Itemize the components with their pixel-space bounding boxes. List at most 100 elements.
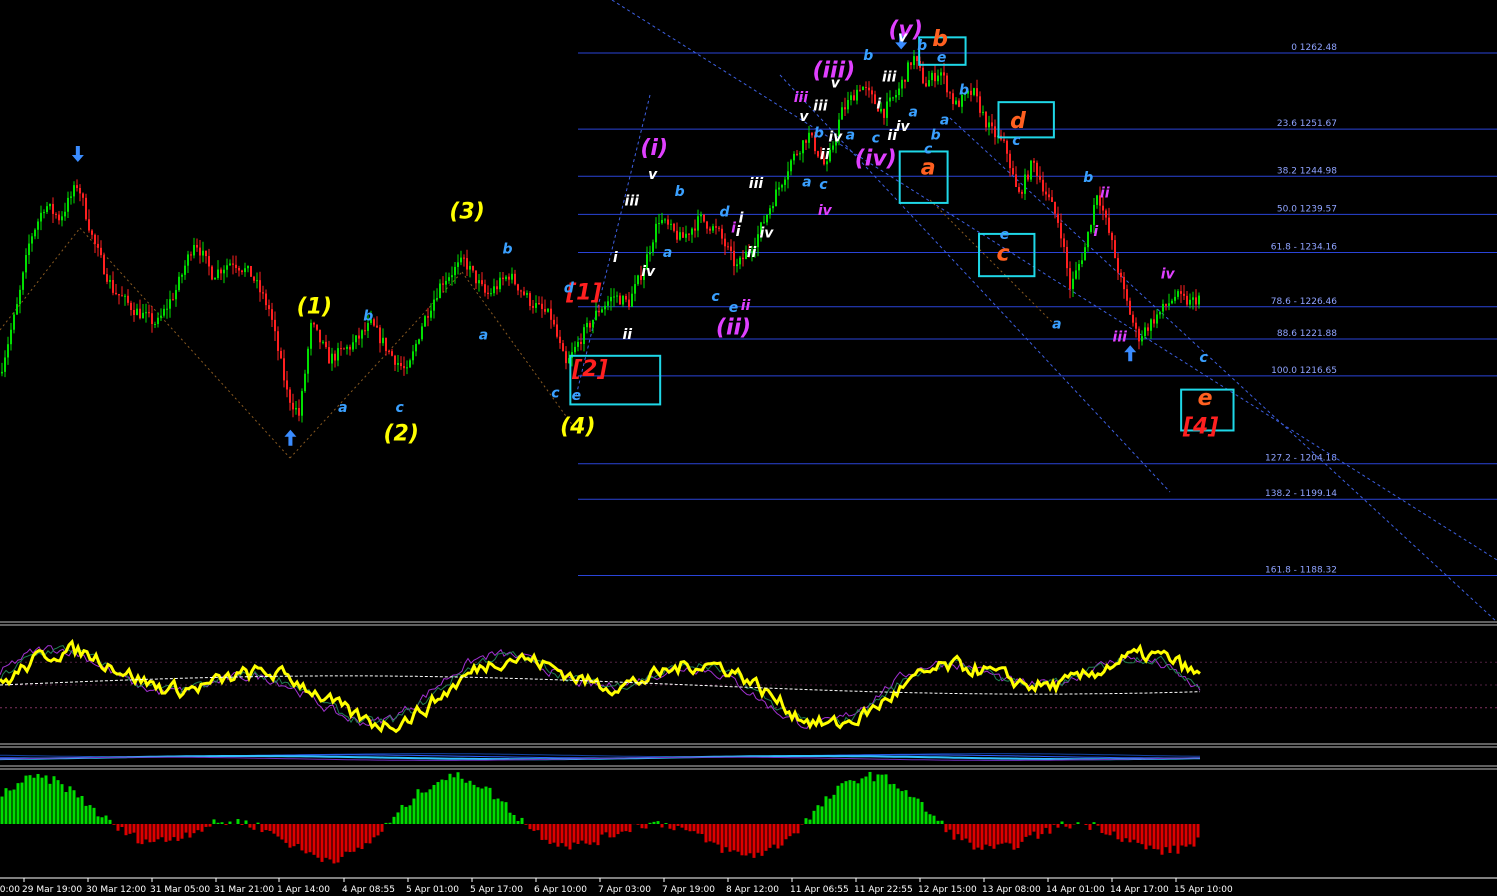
candle-body <box>535 303 537 308</box>
candle-body <box>850 95 852 101</box>
histogram-bar <box>908 796 912 824</box>
candle-body <box>256 280 258 282</box>
candle-body <box>619 295 621 305</box>
candle-body <box>352 342 354 350</box>
histogram-bar <box>180 824 184 839</box>
candle-body <box>517 284 519 291</box>
candle-body <box>1063 238 1065 247</box>
candle-body <box>154 324 156 326</box>
histogram-bar <box>880 774 884 824</box>
histogram-bar <box>940 820 944 824</box>
candle-body <box>547 308 549 312</box>
candle-body <box>943 72 945 76</box>
candle-body <box>886 101 888 118</box>
histogram-bar <box>648 822 652 824</box>
wave-label: e <box>729 300 739 316</box>
candle-body <box>109 280 111 282</box>
candle-body <box>1006 140 1008 154</box>
candle-body <box>427 316 429 318</box>
wave-label: a <box>663 245 672 261</box>
time-label: 12 Apr 15:00 <box>918 885 977 895</box>
histogram-bar <box>736 824 740 852</box>
candle-body <box>43 212 45 214</box>
candle-body <box>817 151 819 157</box>
histogram-bar <box>440 779 444 824</box>
histogram-bar <box>704 824 708 843</box>
histogram-bar <box>896 788 900 824</box>
histogram-bar <box>136 824 140 844</box>
wave-label: c <box>872 130 881 146</box>
wave-label: c <box>396 400 405 416</box>
time-label: 7 Apr 03:00 <box>598 885 651 895</box>
histogram-bar <box>436 782 440 824</box>
fib-level-label: 161.8 - 1188.32 <box>1265 565 1337 575</box>
histogram-bar <box>1000 824 1004 844</box>
candle-body <box>1144 327 1146 337</box>
histogram-bar <box>612 824 616 838</box>
histogram-bar <box>712 824 716 843</box>
candle-body <box>1105 210 1107 218</box>
candle-body <box>940 72 942 76</box>
histogram-bar <box>420 792 424 824</box>
histogram-bar <box>724 824 728 848</box>
elliott-wave-chart[interactable]: 0 1262.48 23.6 1251.67 38.2 1244.98 50.0 12… <box>0 0 1497 896</box>
histogram-bar <box>1112 824 1116 832</box>
histogram-bar <box>128 824 132 834</box>
candle-body <box>178 276 180 291</box>
histogram-bar <box>88 805 92 824</box>
histogram-bar <box>1140 824 1144 845</box>
candle-body <box>1186 295 1188 305</box>
histogram-bar <box>676 824 680 826</box>
wave-label: e <box>937 50 947 66</box>
candle-body <box>1051 197 1053 202</box>
histogram-bar <box>832 794 836 824</box>
histogram-bar <box>764 824 768 851</box>
candle-body <box>1174 296 1176 301</box>
candle-body <box>1066 246 1068 269</box>
candle-body <box>1165 303 1167 306</box>
histogram-bar <box>524 824 528 825</box>
histogram-bar <box>568 824 572 850</box>
histogram-bar <box>468 780 472 824</box>
wave-label: (i) <box>640 136 668 161</box>
candle-body <box>232 263 234 265</box>
candle-body <box>238 267 240 271</box>
candle-body <box>676 230 678 240</box>
wave-label: e <box>1198 386 1213 411</box>
candle-body <box>697 216 699 231</box>
histogram-bar <box>160 824 164 838</box>
candle-body <box>616 295 618 297</box>
histogram-bar <box>1016 824 1020 849</box>
histogram-bar <box>912 797 916 824</box>
candle-body <box>1078 263 1080 271</box>
histogram-bar <box>1012 824 1016 850</box>
wave-label: [3] <box>894 0 930 2</box>
candle-body <box>742 257 744 260</box>
histogram-bar <box>684 824 688 831</box>
candle-body <box>811 132 813 136</box>
histogram-bar <box>1172 824 1176 846</box>
candle-body <box>46 206 48 213</box>
candle-body <box>1150 319 1152 331</box>
candle-body <box>496 286 498 290</box>
candle-body <box>772 206 774 209</box>
candle-body <box>973 88 975 95</box>
candle-body <box>1027 174 1029 180</box>
histogram-bar <box>384 822 388 824</box>
candle-body <box>97 243 99 248</box>
histogram-bar <box>688 824 692 832</box>
histogram-bar <box>1176 824 1180 854</box>
histogram-bar <box>492 799 496 824</box>
candle-body <box>946 75 948 93</box>
histogram-bar <box>740 824 744 856</box>
wave-label: c <box>1012 133 1021 149</box>
candle-body <box>391 351 393 356</box>
histogram-bar <box>692 824 696 832</box>
histogram-bar <box>1108 824 1112 836</box>
candle-body <box>409 360 411 368</box>
histogram-bar <box>20 782 24 824</box>
histogram-bar <box>124 824 128 836</box>
candle-body <box>865 86 867 88</box>
candle-body <box>349 346 351 350</box>
histogram-bar <box>464 782 468 824</box>
